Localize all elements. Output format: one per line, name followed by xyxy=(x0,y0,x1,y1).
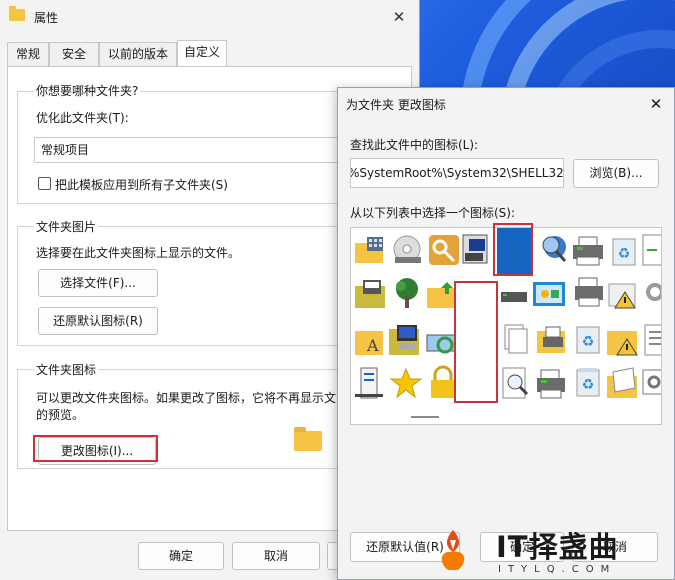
window-title: 属性 xyxy=(34,11,59,25)
folder-icon-desc-2: 的预览。 xyxy=(36,408,85,422)
restore-default-icon-button[interactable]: 还原默认图标(R) xyxy=(38,307,158,335)
folder-printer-icon xyxy=(355,280,385,308)
highlight-box-selected xyxy=(493,223,533,276)
cd-drive-icon xyxy=(393,235,421,263)
ok-button[interactable]: 确定 xyxy=(138,542,224,570)
optimize-value: 常规项目 xyxy=(41,143,90,157)
drive-icon xyxy=(501,292,527,302)
apply-template-checkbox[interactable] xyxy=(38,177,51,190)
lock-icon xyxy=(431,365,455,398)
folder-icon-desc-1: 可以更改文件夹图标。如果更改了图标，它将不再显示文 xyxy=(36,391,337,405)
cancel-button[interactable]: 取消 xyxy=(232,542,320,570)
title-bar: 属性 ✕ xyxy=(0,0,419,34)
svg-text:♻: ♻ xyxy=(618,246,631,262)
folder-warning-icon xyxy=(608,283,636,309)
folder-note-icon xyxy=(607,367,637,398)
watermark-url: ITYLQ.COM xyxy=(498,564,617,575)
search-globe-icon xyxy=(542,236,567,263)
recycle-full-icon: ♻ xyxy=(576,368,600,397)
dialog-close-icon[interactable]: ✕ xyxy=(644,92,668,116)
folder-text-icon: A xyxy=(355,331,383,355)
folder-picture-desc: 选择要在此文件夹图标上显示的文件。 xyxy=(36,246,241,260)
find-icons-label: 查找此文件中的图标(L): xyxy=(350,138,479,152)
icon-file-path-value: %SystemRoot%\System32\SHELL32.dll xyxy=(350,166,564,180)
scrollbar-thumb xyxy=(411,416,439,418)
tab-customize[interactable]: 自定义 xyxy=(177,40,227,67)
highlight-box xyxy=(33,435,158,462)
watermark-title: IT择盏曲 xyxy=(496,530,619,564)
folder-picture-label: 文件夹图片 xyxy=(34,218,99,235)
tab-security[interactable]: 安全 xyxy=(49,42,99,66)
svg-text:A: A xyxy=(366,336,379,355)
folder-monitor-icon xyxy=(389,325,419,355)
partial-icon xyxy=(642,234,661,266)
gear-icon xyxy=(646,283,661,301)
recycle-bin-icon: ♻ xyxy=(612,238,636,266)
monitor-settings-icon xyxy=(462,234,488,264)
folder-warning-icon xyxy=(607,331,638,356)
printer-icon xyxy=(573,236,603,266)
printer-icon xyxy=(575,277,603,307)
browse-button[interactable]: 浏览(B)... xyxy=(573,159,659,188)
choose-file-button[interactable]: 选择文件(F)... xyxy=(38,269,158,297)
folder-type-label: 你想要哪种文件夹? xyxy=(34,82,141,99)
network-sync-icon xyxy=(426,334,456,354)
tab-general[interactable]: 常规 xyxy=(7,42,49,66)
gear-monitor-icon xyxy=(642,369,661,395)
documents-icon xyxy=(504,324,528,354)
tab-previous-versions[interactable]: 以前的版本 xyxy=(99,42,177,66)
printer-folder-icon xyxy=(537,326,565,353)
watermark: IT择盏曲 ITYLQ.COM xyxy=(428,520,673,580)
key-icon xyxy=(429,235,459,265)
highlight-box-column xyxy=(454,281,498,403)
folder-icon-label: 文件夹图标 xyxy=(34,361,99,378)
document-lines-icon xyxy=(644,324,661,356)
folder-up-icon xyxy=(427,282,455,308)
icon-list-label: 从以下列表中选择一个图标(S): xyxy=(350,206,516,220)
apply-template-label: 把此模板应用到所有子文件夹(S) xyxy=(55,178,228,192)
recycle-bin-icon: ♻ xyxy=(576,326,600,354)
folder-icon xyxy=(9,6,25,21)
icon-file-path-input[interactable]: %SystemRoot%\System32\SHELL32.dll xyxy=(350,158,564,188)
printer-icon xyxy=(537,369,565,399)
watermark-logo xyxy=(441,530,465,570)
svg-text:♻: ♻ xyxy=(582,377,595,393)
server-icon xyxy=(355,367,383,399)
star-icon xyxy=(389,367,423,399)
close-icon[interactable]: ✕ xyxy=(387,5,411,29)
folder-grid-icon xyxy=(355,237,383,263)
change-icon-dialog: 为文件夹 更改图标 ✕ 查找此文件中的图标(L): %SystemRoot%\S… xyxy=(337,87,675,580)
search-document-icon xyxy=(502,367,529,399)
svg-text:♻: ♻ xyxy=(582,334,595,350)
dialog-title: 为文件夹 更改图标 xyxy=(346,98,446,112)
control-panel-icon xyxy=(533,282,565,306)
folder-preview-icon xyxy=(294,427,322,451)
optimize-label: 优化此文件夹(T): xyxy=(36,111,129,125)
tree-icon xyxy=(396,278,418,308)
